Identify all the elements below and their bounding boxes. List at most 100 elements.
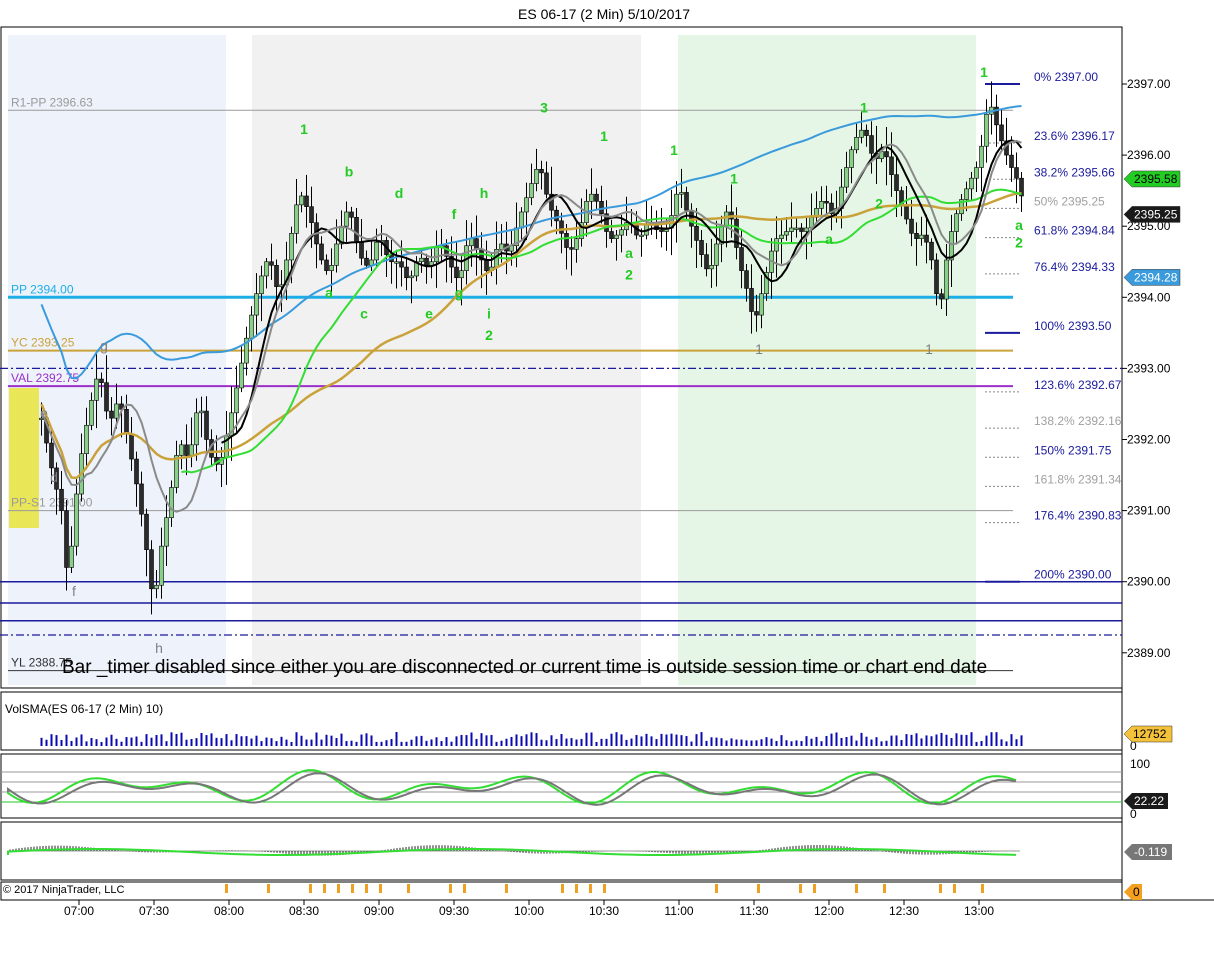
bar-body [804, 227, 809, 232]
wave-label-10: 1 [980, 64, 988, 80]
bar-body [929, 241, 934, 261]
bar-body [564, 233, 569, 248]
marker-tick [813, 884, 816, 893]
bar-body [744, 270, 749, 289]
bar-body [954, 213, 959, 232]
chart-svg[interactable]: ES 06-17 (2 Min) 5/10/2017 R1-PP 2396.63… [0, 0, 1214, 952]
bar-body [254, 293, 259, 316]
price-tick-3: 2394.00 [1127, 290, 1171, 304]
bar-body [94, 378, 99, 401]
fib-label-8: 138.2% 2392.16 [1034, 414, 1122, 428]
marker-tick [883, 884, 886, 893]
marker-tick [365, 884, 368, 893]
bar-body [859, 129, 864, 138]
bar-body [519, 211, 524, 229]
bar-body [819, 201, 824, 209]
wave-label-8: 1 [730, 171, 738, 187]
wave-label-22: 2 [1015, 235, 1023, 251]
fib-label-12: 200% 2390.00 [1034, 568, 1112, 582]
bar-body [794, 227, 799, 230]
bar-body [294, 204, 299, 234]
bar-body [529, 183, 534, 199]
bar-body [534, 169, 539, 184]
bar-body [1014, 167, 1019, 179]
bar-body [679, 192, 684, 195]
bar-body [934, 259, 939, 295]
marker-tick [309, 884, 312, 893]
marker-tick [589, 884, 592, 893]
fib-label-6: 100% 2393.50 [1034, 319, 1112, 333]
fib-label-0: 0% 2397.00 [1034, 70, 1098, 84]
marker-tick [939, 884, 942, 893]
wave-label-16: 2 [485, 327, 493, 343]
marker-tick [561, 884, 564, 893]
bar-body [709, 265, 714, 270]
fib-label-5: 76.4% 2394.33 [1034, 260, 1115, 274]
bar-body [324, 259, 329, 271]
marker-tick [757, 884, 760, 893]
session-shade-midday [678, 35, 976, 685]
fib-label-4: 61.8% 2394.84 [1034, 224, 1115, 238]
bar-body [394, 261, 399, 264]
bar-body [234, 387, 239, 414]
bar-timer-message: Bar _timer disabled since either you are… [62, 657, 987, 678]
bar-body [894, 174, 899, 191]
bar-body [699, 240, 704, 255]
bar-body [189, 444, 194, 456]
time-tick-6: 10:00 [514, 904, 544, 918]
chart-window[interactable]: ES 06-17 (2 Min) 5/10/2017 R1-PP 2396.63… [0, 0, 1214, 952]
bar-body [784, 231, 789, 236]
bar-body [984, 113, 989, 147]
bar-body [559, 220, 564, 234]
bar-body [49, 442, 54, 469]
fib-label-11: 176.4% 2390.83 [1034, 509, 1122, 523]
time-tick-5: 09:30 [439, 904, 469, 918]
bar-body [704, 254, 709, 270]
bar-body [589, 193, 594, 202]
bar-body [204, 410, 209, 440]
wave-label-12: c [360, 306, 368, 322]
wave-label-0: 1 [300, 121, 308, 137]
bar-body [614, 234, 619, 239]
volume-label: VolSMA(ES 06-17 (2 Min) 10) [5, 702, 163, 716]
bar-body [469, 238, 474, 247]
bar-body [974, 167, 979, 179]
price-tick-7: 2390.00 [1127, 575, 1171, 589]
wave-label-26: f [72, 583, 76, 599]
bar-body [884, 151, 889, 158]
bar-body [179, 444, 184, 456]
marker-tick [407, 884, 410, 893]
bar-body [714, 243, 719, 266]
bar-body [639, 234, 644, 237]
bar-body [184, 444, 189, 456]
time-tick-7: 10:30 [589, 904, 619, 918]
bar-body [349, 211, 354, 218]
marker-tick [449, 884, 452, 893]
bar-body [979, 145, 984, 168]
bar-body [424, 257, 429, 266]
bar-body [194, 412, 199, 446]
marker-tick [505, 884, 508, 893]
bar-body [134, 458, 139, 485]
level-label-2: YC 2393.25 [11, 336, 75, 350]
chart-title: ES 06-17 (2 Min) 5/10/2017 [518, 6, 690, 22]
bar-body [304, 195, 309, 207]
bar-body [674, 193, 679, 216]
wave-label-27: h [155, 640, 163, 656]
bar-body [739, 247, 744, 271]
price-tick-4: 2393.00 [1127, 361, 1171, 375]
bar-body [484, 259, 489, 271]
bar-body [274, 265, 279, 287]
bar-body [694, 225, 699, 241]
bar-body [399, 261, 404, 268]
bar-body [459, 270, 464, 279]
bar-body [854, 137, 859, 151]
fib-label-10: 161.8% 2391.34 [1034, 472, 1122, 486]
wave-label-14: g [455, 284, 464, 300]
bar-body [999, 124, 1004, 142]
bar-body [789, 227, 794, 232]
time-tick-4: 09:00 [364, 904, 394, 918]
bar-body [964, 188, 969, 200]
bar-body [129, 433, 134, 460]
bar-body [689, 209, 694, 227]
